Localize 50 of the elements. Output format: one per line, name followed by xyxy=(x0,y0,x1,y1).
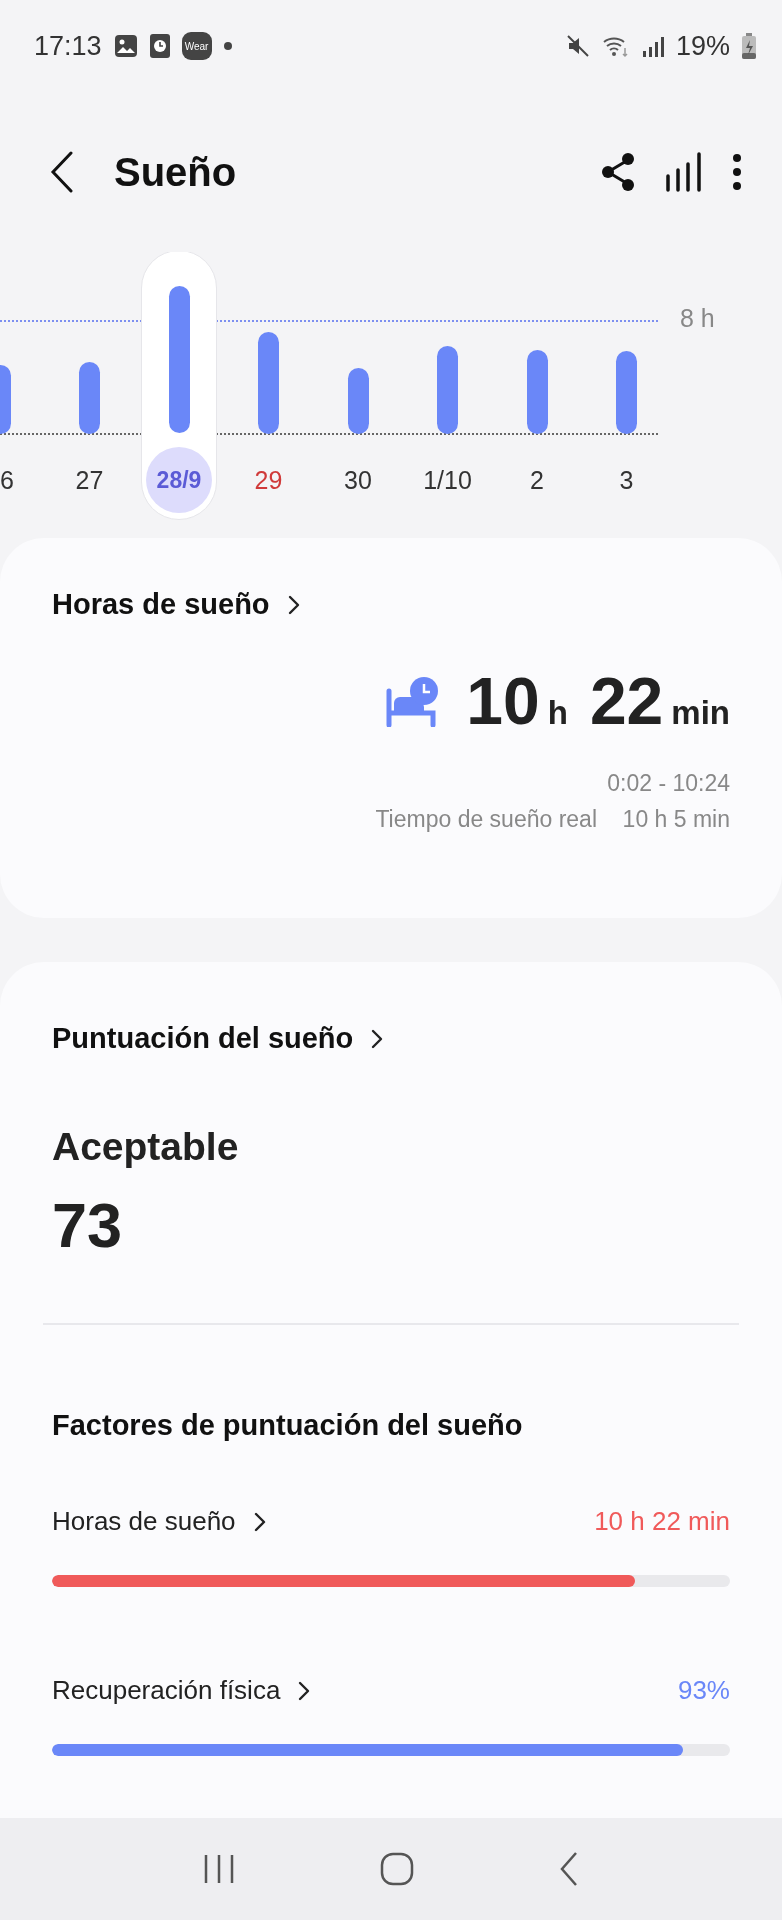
share-icon[interactable] xyxy=(600,152,636,192)
more-options-icon[interactable] xyxy=(732,153,742,191)
minutes-unit: min xyxy=(671,694,730,732)
minutes-value: 22 xyxy=(589,663,664,739)
sleep-bar xyxy=(79,362,100,434)
section-title[interactable]: Puntuación del sueño xyxy=(52,1022,354,1055)
back-icon[interactable] xyxy=(558,1851,580,1887)
chevron-right-icon xyxy=(287,594,300,615)
day-label[interactable]: 3 xyxy=(582,460,671,500)
image-icon xyxy=(113,34,138,58)
clock-icon xyxy=(149,34,170,58)
factor-label[interactable]: Horas de sueño xyxy=(52,1506,236,1537)
day-label[interactable]: 2 xyxy=(493,460,581,500)
mute-icon xyxy=(565,34,590,58)
chevron-right-icon xyxy=(253,1511,266,1532)
day-label[interactable]: 29 xyxy=(224,460,313,500)
actual-sleep-value: 10 h 5 min xyxy=(622,806,730,832)
section-title: Factores de puntuación del sueño xyxy=(52,1409,523,1441)
page-title: Sueño xyxy=(114,149,238,195)
factor-value: 10 h 22 min xyxy=(594,1506,730,1537)
actual-sleep-label: Tiempo de sueño real xyxy=(375,806,598,832)
hours-value: 10 xyxy=(466,663,540,739)
battery-charging-icon xyxy=(742,33,756,59)
day-label[interactable]: 27 xyxy=(45,460,134,500)
dot-icon xyxy=(223,42,232,50)
status-time: 17:13 xyxy=(34,30,102,62)
bed-clock-icon xyxy=(386,675,441,727)
day-label[interactable]: 1/10 xyxy=(403,460,492,500)
signal-icon xyxy=(641,35,664,57)
chevron-right-icon xyxy=(298,1680,311,1701)
day-label[interactable]: 6 xyxy=(0,460,44,500)
recent-apps-icon[interactable] xyxy=(202,1852,236,1886)
factor-value: 93% xyxy=(677,1675,730,1706)
sleep-time-range: 0:02 - 10:24 xyxy=(607,770,730,796)
bar-chart-icon[interactable] xyxy=(666,152,702,192)
selected-day-column[interactable]: 28/9 xyxy=(141,252,217,520)
back-icon[interactable] xyxy=(50,151,74,193)
score-value: 73 xyxy=(52,1190,123,1260)
day-label[interactable]: 28/9 xyxy=(146,447,212,513)
home-icon[interactable] xyxy=(380,1852,414,1886)
score-rating: Aceptable xyxy=(52,1125,239,1168)
chevron-right-icon xyxy=(371,1028,384,1049)
section-title[interactable]: Horas de sueño xyxy=(52,588,270,621)
sleep-bar xyxy=(347,368,369,434)
wear-app-icon: Wear xyxy=(181,32,212,60)
factor-label[interactable]: Recuperación física xyxy=(52,1675,281,1706)
reference-line-label: 8 h xyxy=(680,304,715,333)
hours-unit: h xyxy=(547,694,568,732)
day-label[interactable]: 30 xyxy=(314,460,402,500)
battery-percent: 19% xyxy=(675,30,730,62)
